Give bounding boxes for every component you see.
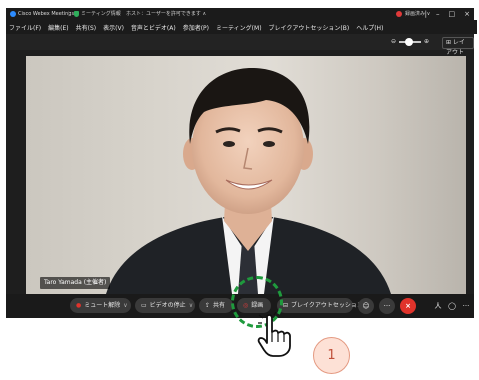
chevron-down-icon: ∨ bbox=[123, 302, 128, 309]
more-options-button[interactable]: ··· bbox=[379, 298, 395, 314]
close-window-button[interactable]: × bbox=[464, 8, 470, 20]
breakout-label: ブレイクアウトセッション bbox=[291, 302, 363, 309]
window-controls: | – □ × bbox=[425, 8, 470, 20]
menu-audio-video[interactable]: 音声とビデオ(A) bbox=[131, 23, 176, 32]
app-title: Cisco Webex Meetings bbox=[18, 11, 75, 17]
reactions-button[interactable]: ☺ bbox=[358, 298, 374, 314]
meeting-info-button[interactable]: ミーティング情報 bbox=[74, 8, 121, 20]
minimize-button[interactable]: – bbox=[436, 8, 440, 20]
unmute-label: ミュート解除 bbox=[84, 302, 121, 309]
share-label: 共有 bbox=[213, 302, 226, 309]
menu-participants[interactable]: 参加者(P) bbox=[183, 23, 209, 32]
menu-meeting[interactable]: ミーティング(M) bbox=[216, 23, 262, 32]
menu-share[interactable]: 共有(S) bbox=[76, 23, 97, 32]
pointer-hand-icon bbox=[257, 312, 291, 357]
menu-file[interactable]: ファイル(F) bbox=[9, 23, 41, 32]
zoom-slider[interactable] bbox=[399, 37, 422, 46]
breakout-icon: ⊟ bbox=[283, 302, 289, 309]
recording-icon bbox=[396, 11, 402, 17]
zoom-out-icon[interactable]: ⊖ bbox=[391, 38, 396, 45]
title-separator: | bbox=[68, 11, 70, 17]
zoom-slider-handle[interactable] bbox=[405, 37, 414, 46]
title-divider: | bbox=[424, 10, 427, 18]
microphone-muted-icon: ● bbox=[76, 302, 82, 309]
share-button[interactable]: ⇪ 共有 bbox=[199, 298, 233, 313]
zoom-control: ⊖ ⊕ bbox=[391, 37, 429, 46]
unmute-button[interactable]: ● ミュート解除 ∨ bbox=[70, 298, 131, 313]
layout-button[interactable]: ⊞ レイアウト bbox=[442, 37, 474, 56]
menu-edit[interactable]: 編集(E) bbox=[48, 23, 68, 32]
menu-help[interactable]: ヘルプ(H) bbox=[356, 23, 383, 32]
app-title-area: Cisco Webex Meetings bbox=[10, 8, 74, 20]
menu-bar: ファイル(F) 編集(E) 共有(S) 表示(V) 音声とビデオ(A) 参加者(… bbox=[6, 20, 477, 34]
webex-logo-icon bbox=[10, 11, 16, 17]
end-meeting-button[interactable]: × bbox=[400, 298, 416, 314]
stop-video-label: ビデオの停止 bbox=[149, 302, 186, 309]
zoom-in-icon[interactable]: ⊕ bbox=[424, 38, 429, 45]
panel-menu-button[interactable]: ··· bbox=[458, 298, 474, 314]
participant-image bbox=[106, 68, 391, 294]
view-controls-bar: ⊖ ⊕ ⊞ レイアウト bbox=[6, 34, 474, 56]
participant-name-tag: Taro Yamada (主催者) bbox=[40, 277, 111, 289]
webex-window: Cisco Webex Meetings | ミーティング情報 ホスト：ユーザー… bbox=[6, 8, 477, 318]
chevron-down-icon: ∨ bbox=[188, 302, 194, 309]
menu-view[interactable]: 表示(V) bbox=[103, 23, 124, 32]
meeting-info-label: ミーティング情報 bbox=[81, 11, 121, 17]
step-number-badge: 1 bbox=[313, 337, 350, 374]
breakout-session-button[interactable]: ⊟ ブレイクアウトセッション bbox=[277, 298, 363, 313]
video-camera-icon: ▭ bbox=[141, 302, 147, 309]
host-info-dropdown[interactable]: ホスト：ユーザーを許可できます ∧ bbox=[126, 8, 206, 20]
maximize-button[interactable]: □ bbox=[449, 8, 456, 20]
stop-video-button[interactable]: ▭ ビデオの停止 ∨ bbox=[135, 298, 195, 313]
shield-icon bbox=[74, 11, 79, 17]
smiley-icon: ☺ bbox=[362, 302, 370, 310]
menu-breakout[interactable]: ブレイクアウトセッション(B) bbox=[269, 23, 350, 32]
participant-video: Taro Yamada (主催者) bbox=[26, 56, 466, 294]
title-bar: Cisco Webex Meetings | ミーティング情報 ホスト：ユーザー… bbox=[6, 8, 474, 20]
share-screen-icon: ⇪ bbox=[205, 302, 211, 309]
